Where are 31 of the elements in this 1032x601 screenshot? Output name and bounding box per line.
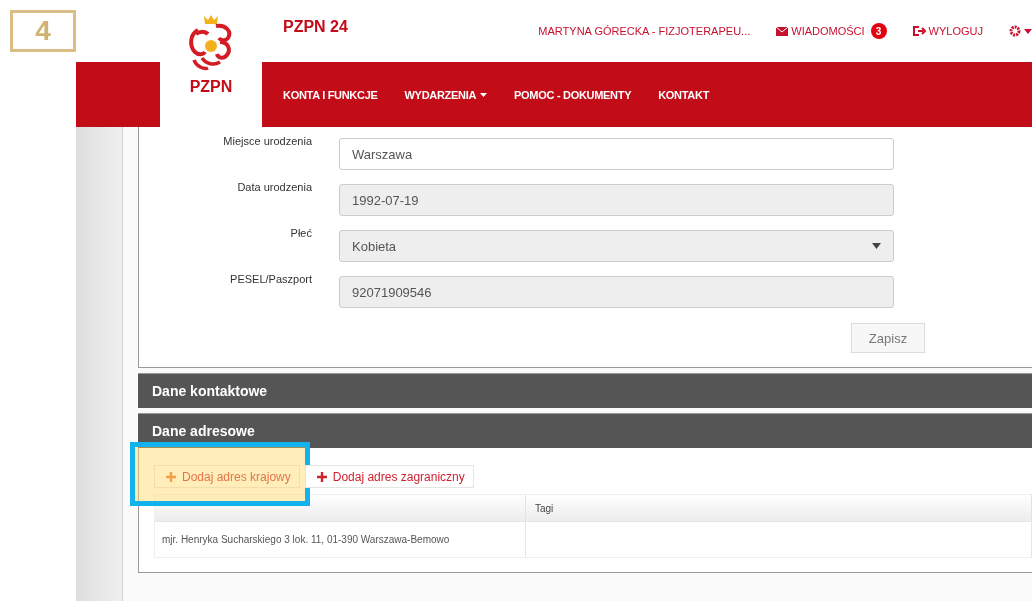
table-header: Tagi bbox=[526, 495, 1032, 521]
table-cell: mjr. Henryka Sucharskiego 3 lok. 11, 01-390 Warszawa-Bemowo bbox=[155, 521, 526, 557]
section-header[interactable]: Dane adresowe bbox=[138, 413, 1032, 448]
input-field[interactable]: Warszawa bbox=[339, 138, 894, 170]
message-count: 3 bbox=[870, 23, 887, 39]
field-label: PESEL/Paszport bbox=[229, 272, 313, 285]
sign-out-icon bbox=[912, 26, 926, 36]
nav-menu-item[interactable]: KONTA I FUNKCJE bbox=[283, 88, 378, 101]
messages-link[interactable]: WIADOMOŚCI 3 bbox=[776, 23, 887, 39]
field-label: Płeć bbox=[289, 226, 313, 239]
settings-icon bbox=[1009, 25, 1021, 37]
settings-menu[interactable] bbox=[1009, 25, 1032, 37]
field-label: Miejsce urodzenia bbox=[222, 134, 313, 147]
caret-icon bbox=[1024, 28, 1032, 34]
caret-icon bbox=[872, 243, 881, 249]
nav-menu-item[interactable]: KONTAKT bbox=[658, 88, 710, 101]
save-button[interactable]: Zapisz bbox=[851, 323, 925, 353]
nav-menu-item[interactable]: WYDARZENIA bbox=[404, 88, 488, 101]
add-address-button[interactable]: Dodaj adres zagraniczny bbox=[304, 465, 474, 488]
app-title: PZPN 24 bbox=[283, 18, 348, 36]
plus-icon bbox=[166, 471, 176, 482]
section-header[interactable]: Dane kontaktowe bbox=[138, 373, 1032, 408]
logout-link[interactable]: WYLOGUJ bbox=[912, 25, 983, 37]
caret-icon bbox=[480, 92, 488, 97]
plus-icon bbox=[316, 471, 327, 482]
envelope-icon bbox=[776, 26, 789, 36]
logo-text: PZPN bbox=[189, 78, 233, 96]
user-name-link[interactable]: MARTYNA GÓRECKA - FIZJOTERAPEU... bbox=[538, 25, 751, 37]
step-number: 4 bbox=[10, 10, 76, 52]
field-label: Data urodzenia bbox=[236, 180, 313, 193]
nav-menu-item[interactable]: POMOC - DOKUMENTY bbox=[514, 88, 632, 101]
